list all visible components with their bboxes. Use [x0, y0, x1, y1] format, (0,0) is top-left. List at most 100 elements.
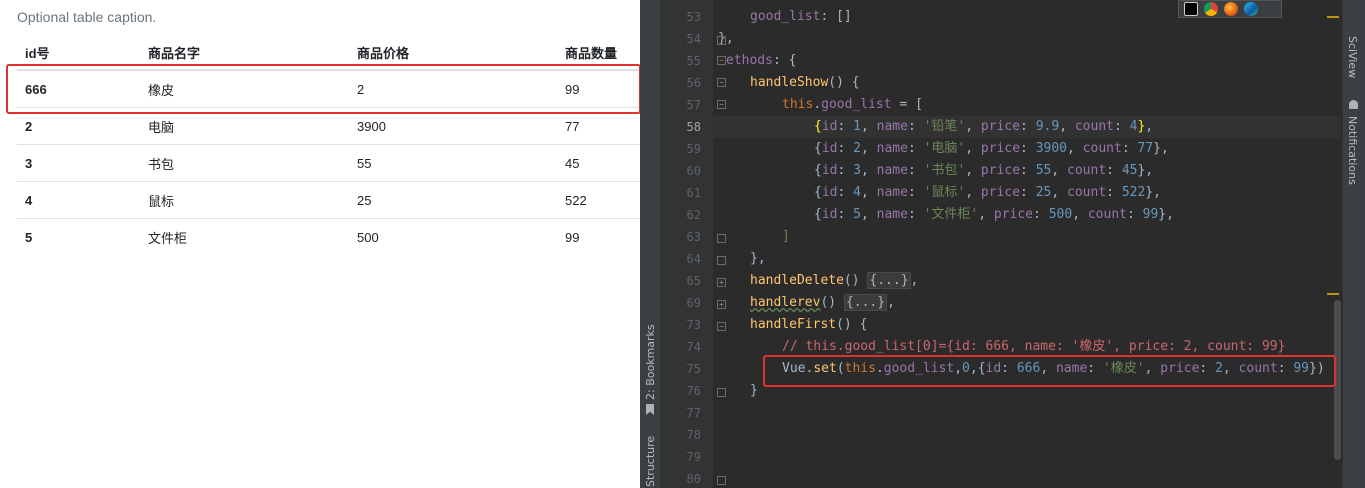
line-number: 64 [686, 252, 701, 266]
cell-price: 3900 [349, 107, 557, 145]
pycharm-icon[interactable] [1184, 2, 1198, 16]
line-number: 80 [686, 472, 701, 486]
code-editor[interactable]: good_list: [] }, ethods: { handleShow() … [713, 0, 1341, 488]
code-line-76: } [750, 383, 758, 398]
table-row: 3 书包 55 45 [17, 144, 640, 182]
cell-count: 522 [557, 181, 640, 219]
header-name[interactable]: 商品名字 [140, 36, 349, 71]
folded-block[interactable]: {...} [867, 272, 911, 289]
folded-block[interactable]: {...} [843, 294, 888, 311]
code-line-57: this.good_list = [ [782, 97, 923, 112]
code-line-73: handleFirst() { [750, 317, 868, 332]
line-number: 69 [686, 296, 701, 310]
line-number: 61 [686, 186, 701, 200]
cell-count: 99 [557, 69, 640, 108]
line-number: 59 [686, 142, 701, 156]
cell-price: 55 [349, 144, 557, 182]
bookmark-icon [646, 404, 654, 415]
cell-price: 500 [349, 218, 557, 255]
code-line-53: good_list: [] [750, 9, 852, 24]
line-number: 73 [686, 318, 701, 332]
browser-page: Optional table caption. id号 商品名字 商品价格 商品… [0, 0, 640, 488]
cell-count: 45 [557, 144, 640, 182]
line-number: 62 [686, 208, 701, 222]
table-row: 2 电脑 3900 77 [17, 107, 640, 145]
ide-window: 2: Bookmarks Structure good_list: [] }, … [640, 0, 1365, 488]
firefox-icon[interactable] [1224, 2, 1238, 16]
table-row: 666 橡皮 2 99 [17, 69, 640, 108]
line-number: 74 [686, 340, 701, 354]
code-line-74: // this.good_list[0]={id: 666, name: '橡皮… [782, 339, 1286, 354]
table-row: 4 鼠标 25 522 [17, 181, 640, 219]
line-number: 56 [686, 76, 701, 90]
fold-marker[interactable] [717, 36, 726, 45]
line-number: 54 [686, 32, 701, 46]
table-header-row: id号 商品名字 商品价格 商品数量 [17, 36, 640, 71]
fold-marker[interactable]: + [717, 278, 726, 287]
code-line-55: ethods: { [726, 53, 797, 68]
cell-count: 77 [557, 107, 640, 145]
code-line-58: {id: 1, name: '铅笔', price: 9.9, count: 4… [814, 119, 1154, 134]
chrome-icon[interactable] [1204, 2, 1218, 16]
cell-name: 鼠标 [140, 181, 349, 219]
bell-icon [1349, 100, 1358, 109]
warning-marker[interactable] [1327, 16, 1339, 18]
fold-marker[interactable] [717, 476, 726, 485]
code-line-60: {id: 3, name: '书包', price: 55, count: 45… [814, 163, 1154, 178]
code-line-59: {id: 2, name: '电脑', price: 3900, count: … [814, 141, 1169, 156]
line-number: 76 [686, 384, 701, 398]
table-row: 5 文件柜 500 99 [17, 218, 640, 255]
line-number: 60 [686, 164, 701, 178]
cell-id: 3 [17, 144, 140, 182]
line-number: 53 [686, 10, 701, 24]
table-caption: Optional table caption. [17, 9, 157, 25]
line-number: 55 [686, 54, 701, 68]
warning-marker[interactable] [1327, 293, 1339, 295]
cell-id: 4 [17, 181, 140, 219]
code-line-65: handleDelete() {...}, [750, 272, 919, 289]
line-numbers: 53 54 55 56 57 58 59 60 61 62 63 64 65 6… [661, 0, 726, 488]
bookmarks-tab[interactable]: 2: Bookmarks [644, 324, 657, 400]
cell-price: 2 [349, 69, 557, 108]
structure-tab[interactable]: Structure [644, 436, 657, 487]
cell-id: 2 [17, 107, 140, 145]
line-number: 65 [686, 274, 701, 288]
code-line-75: Vue.set(this.good_list,0,{id: 666, name:… [782, 361, 1325, 376]
fold-marker[interactable] [717, 256, 726, 265]
cell-id: 5 [17, 218, 140, 255]
code-line-63: ] [782, 229, 790, 244]
notifications-tab[interactable]: Notifications [1346, 116, 1359, 185]
fold-marker[interactable]: + [717, 300, 726, 309]
line-number: 75 [686, 362, 701, 376]
code-line-69: handlerev() {...}, [750, 294, 895, 311]
cell-name: 电脑 [140, 107, 349, 145]
line-number-current: 58 [686, 120, 701, 134]
vertical-scrollbar[interactable] [1334, 300, 1341, 460]
line-number: 77 [686, 406, 701, 420]
cell-count: 99 [557, 218, 640, 255]
fold-marker[interactable] [717, 234, 726, 243]
cell-name: 文件柜 [140, 218, 349, 255]
line-number: 79 [686, 450, 701, 464]
line-number: 57 [686, 98, 701, 112]
fold-marker[interactable]: − [717, 100, 726, 109]
open-in-browser-toolbar [1178, 0, 1282, 18]
code-line-61: {id: 4, name: '鼠标', price: 25, count: 52… [814, 185, 1161, 200]
cell-id: 666 [17, 69, 140, 108]
edge-icon[interactable] [1244, 2, 1258, 16]
line-number: 63 [686, 230, 701, 244]
sciview-tab[interactable]: SciView [1346, 36, 1359, 78]
fold-marker[interactable] [717, 388, 726, 397]
fold-marker[interactable]: − [717, 78, 726, 87]
code-line-64: }, [750, 251, 766, 266]
code-line-62: {id: 5, name: '文件柜', price: 500, count: … [814, 207, 1174, 222]
header-count[interactable]: 商品数量 [557, 36, 640, 71]
right-tool-strip: SciView Notifications [1342, 0, 1365, 488]
goods-table: id号 商品名字 商品价格 商品数量 666 橡皮 2 99 2 电脑 3900… [17, 36, 640, 255]
fold-marker[interactable]: − [717, 322, 726, 331]
fold-marker[interactable]: − [717, 56, 726, 65]
header-id[interactable]: id号 [17, 36, 140, 71]
cell-name: 书包 [140, 144, 349, 182]
header-price[interactable]: 商品价格 [349, 36, 557, 71]
line-number: 78 [686, 428, 701, 442]
